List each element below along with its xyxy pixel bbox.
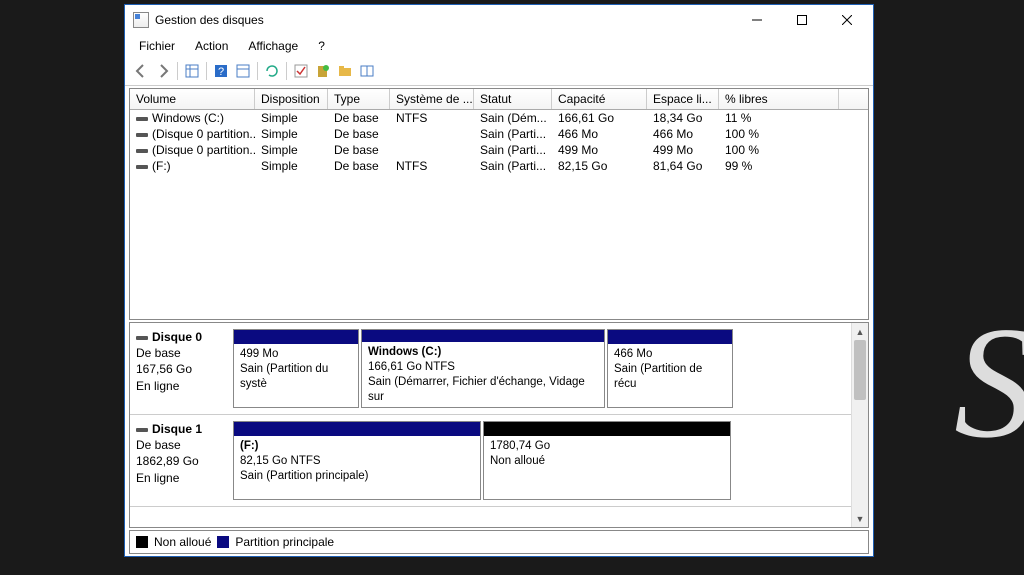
disk-row: Disque 0De base167,56 GoEn ligne499 MoSa… — [130, 323, 851, 415]
volume-row[interactable]: (Disque 0 partition...SimpleDe baseSain … — [130, 126, 868, 142]
col-pct[interactable]: % libres — [719, 89, 839, 109]
volume-row[interactable]: (Disque 0 partition...SimpleDe baseSain … — [130, 142, 868, 158]
disk-info[interactable]: Disque 0De base167,56 GoEn ligne — [136, 329, 231, 408]
forward-button[interactable] — [153, 61, 173, 81]
volume-list[interactable]: Volume Disposition Type Système de ... S… — [129, 88, 869, 320]
separator — [177, 62, 178, 80]
refresh-icon[interactable] — [262, 61, 282, 81]
disk-management-window: Gestion des disques Fichier Action Affic… — [124, 4, 874, 557]
menubar: Fichier Action Affichage ? — [125, 35, 873, 59]
maximize-button[interactable] — [779, 6, 824, 34]
app-icon — [133, 12, 149, 28]
help-icon[interactable]: ? — [211, 61, 231, 81]
volume-row[interactable]: (F:)SimpleDe baseNTFSSain (Parti...82,15… — [130, 158, 868, 174]
legend-unallocated-swatch — [136, 536, 148, 548]
col-free[interactable]: Espace li... — [647, 89, 719, 109]
partition[interactable]: 466 MoSain (Partition de récu — [607, 329, 733, 408]
separator — [286, 62, 287, 80]
layout-icon[interactable] — [357, 61, 377, 81]
col-capacity[interactable]: Capacité — [552, 89, 647, 109]
separator — [257, 62, 258, 80]
disk-info[interactable]: Disque 1De base1862,89 GoEn ligne — [136, 421, 231, 500]
partition[interactable]: (F:)82,15 Go NTFSSain (Partition princip… — [233, 421, 481, 500]
folder-icon[interactable] — [335, 61, 355, 81]
separator — [206, 62, 207, 80]
legend: Non alloué Partition principale — [129, 530, 869, 554]
scrollbar[interactable]: ▲ ▼ — [851, 323, 868, 527]
col-disposition[interactable]: Disposition — [255, 89, 328, 109]
scroll-down-icon[interactable]: ▼ — [852, 510, 868, 527]
menu-file[interactable]: Fichier — [131, 37, 183, 55]
disk-graphical-view: Disque 0De base167,56 GoEn ligne499 MoSa… — [129, 322, 869, 528]
scroll-thumb[interactable] — [854, 340, 866, 400]
menu-view[interactable]: Affichage — [240, 37, 306, 55]
svg-text:?: ? — [218, 66, 224, 78]
col-volume[interactable]: Volume — [130, 89, 255, 109]
col-status[interactable]: Statut — [474, 89, 552, 109]
column-headers[interactable]: Volume Disposition Type Système de ... S… — [130, 89, 868, 110]
scroll-up-icon[interactable]: ▲ — [852, 323, 868, 340]
check-icon[interactable] — [291, 61, 311, 81]
menu-help[interactable]: ? — [310, 37, 333, 55]
window-title: Gestion des disques — [155, 13, 734, 27]
legend-primary-swatch — [217, 536, 229, 548]
view-list-icon[interactable] — [182, 61, 202, 81]
legend-unallocated-label: Non alloué — [154, 535, 211, 549]
new-icon[interactable] — [313, 61, 333, 81]
volume-row[interactable]: Windows (C:)SimpleDe baseNTFSSain (Dém..… — [130, 110, 868, 126]
col-type[interactable]: Type — [328, 89, 390, 109]
back-button[interactable] — [131, 61, 151, 81]
properties-icon[interactable] — [233, 61, 253, 81]
menu-action[interactable]: Action — [187, 37, 236, 55]
toolbar: ? — [125, 59, 873, 86]
disk-row: Disque 1De base1862,89 GoEn ligne(F:)82,… — [130, 415, 851, 507]
partition[interactable]: 499 MoSain (Partition du systè — [233, 329, 359, 408]
partition[interactable]: Windows (C:)166,61 Go NTFSSain (Démarrer… — [361, 329, 605, 408]
partition[interactable]: 1780,74 GoNon alloué — [483, 421, 731, 500]
titlebar[interactable]: Gestion des disques — [125, 5, 873, 35]
col-filesystem[interactable]: Système de ... — [390, 89, 474, 109]
minimize-button[interactable] — [734, 6, 779, 34]
legend-primary-label: Partition principale — [235, 535, 334, 549]
close-button[interactable] — [824, 6, 869, 34]
